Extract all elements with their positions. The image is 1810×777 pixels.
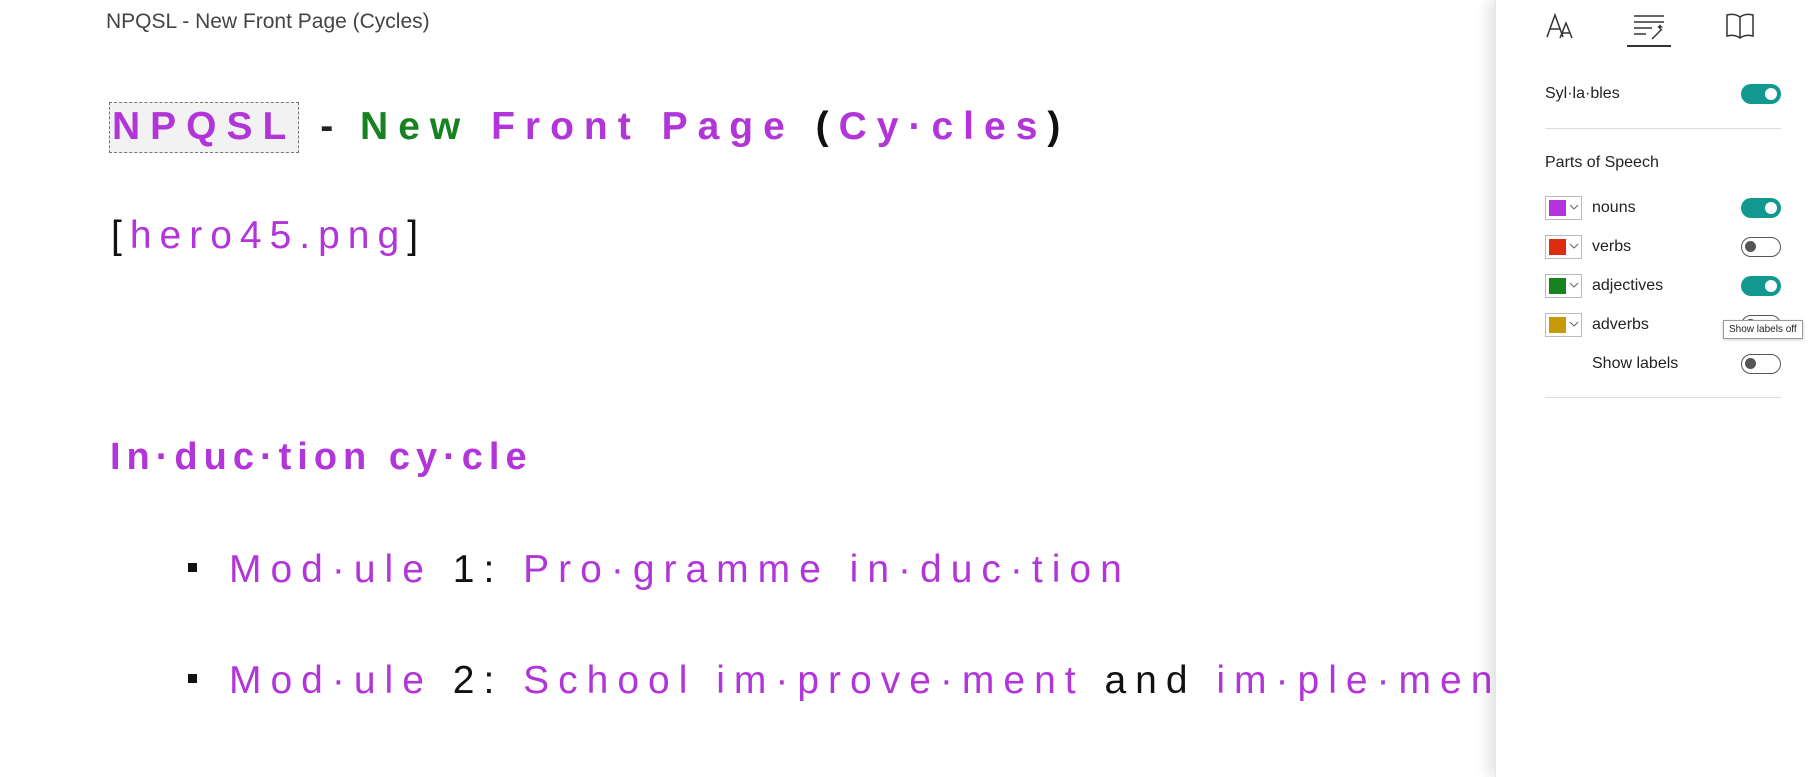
divider bbox=[1545, 128, 1781, 129]
bullet-text-continued: im·ple·men·ta bbox=[1216, 659, 1495, 702]
chevron-down-icon bbox=[1569, 282, 1579, 288]
bullet-colon: : bbox=[483, 548, 504, 591]
adverbs-label: adverbs bbox=[1592, 316, 1649, 333]
bullet-text: School im·prove·ment bbox=[523, 659, 1085, 702]
adjectives-color-chip bbox=[1549, 278, 1566, 294]
section-heading: In·duc·tion cy·cle bbox=[110, 436, 533, 478]
adverbs-color-picker[interactable] bbox=[1545, 313, 1582, 337]
reading-preferences-icon bbox=[1726, 13, 1754, 39]
chevron-down-icon bbox=[1569, 321, 1579, 327]
bullet-square-icon bbox=[188, 674, 197, 684]
nouns-color-chip bbox=[1549, 200, 1566, 216]
adjectives-label: adjectives bbox=[1592, 277, 1664, 294]
divider bbox=[1545, 397, 1781, 398]
verbs-color-chip bbox=[1549, 239, 1566, 255]
heading-close-paren: ) bbox=[1047, 105, 1071, 148]
bullet-module-word: Mod·ule bbox=[229, 659, 433, 702]
show-labels-toggle[interactable] bbox=[1741, 354, 1781, 374]
image-close-bracket: ] bbox=[407, 214, 427, 257]
syllables-toggle[interactable] bbox=[1741, 84, 1781, 104]
heading-word-page: Page bbox=[661, 105, 795, 148]
adjectives-color-picker[interactable] bbox=[1545, 274, 1582, 298]
adverbs-color-chip bbox=[1549, 317, 1566, 333]
verbs-label: verbs bbox=[1592, 238, 1632, 255]
image-filename: hero45.png bbox=[129, 214, 408, 257]
heading-word-new: New bbox=[360, 105, 471, 148]
tab-grammar-options[interactable] bbox=[1627, 6, 1671, 47]
image-placeholder-text: [hero45.png] bbox=[111, 214, 426, 258]
grammar-options-icon bbox=[1634, 15, 1664, 40]
document-title: NPQSL - New Front Page (Cycles) bbox=[106, 10, 430, 33]
tab-text-preferences[interactable] bbox=[1538, 6, 1582, 46]
text-size-icon bbox=[1546, 12, 1573, 39]
heading-word-cycles: Cy·cles bbox=[838, 105, 1048, 148]
bullet-square-icon bbox=[188, 563, 197, 573]
bullet-conjunction: and bbox=[1104, 659, 1197, 702]
image-open-bracket: [ bbox=[111, 214, 130, 257]
panel-tabs bbox=[1496, 0, 1810, 50]
verbs-toggle[interactable] bbox=[1741, 237, 1781, 257]
adjectives-toggle[interactable] bbox=[1741, 276, 1781, 296]
nouns-color-picker[interactable] bbox=[1545, 196, 1582, 220]
document-view: NPQSL - New Front Page (Cycles) NPQSL - … bbox=[0, 0, 1495, 777]
main-heading: NPQSL - New Front Page (Cy·cles) bbox=[109, 102, 1071, 153]
nouns-label: nouns bbox=[1592, 199, 1636, 216]
show-labels-label: Show labels bbox=[1592, 355, 1679, 372]
heading-open-paren: ( bbox=[815, 105, 839, 148]
chevron-down-icon bbox=[1569, 243, 1579, 249]
grammar-options-panel: Syl·la·bles Parts of Speech nouns verbs … bbox=[1495, 0, 1810, 777]
bullet-module-number: 1 bbox=[452, 548, 484, 591]
heading-dash: - bbox=[320, 105, 340, 148]
parts-of-speech-label: Parts of Speech bbox=[1545, 154, 1659, 171]
list-item: Mod·ule 2: School im·prove·ment and im·p… bbox=[188, 659, 1495, 703]
bullet-text: Pro·gramme in·duc·tion bbox=[523, 548, 1131, 591]
tab-reading-preferences[interactable] bbox=[1718, 6, 1762, 46]
syllables-label: Syl·la·bles bbox=[1545, 85, 1620, 102]
show-labels-tooltip: Show labels off bbox=[1723, 320, 1803, 339]
heading-word-npqsl[interactable]: NPQSL bbox=[109, 102, 300, 153]
verbs-color-picker[interactable] bbox=[1545, 235, 1582, 259]
nouns-toggle[interactable] bbox=[1741, 198, 1781, 218]
bullet-module-number: 2 bbox=[452, 659, 484, 702]
bullet-module-word: Mod·ule bbox=[229, 548, 433, 591]
heading-word-front: Front bbox=[491, 105, 641, 148]
bullet-colon: : bbox=[483, 659, 504, 702]
list-item: Mod·ule 1: Pro·gramme in·duc·tion bbox=[188, 548, 1131, 592]
chevron-down-icon bbox=[1569, 204, 1579, 210]
